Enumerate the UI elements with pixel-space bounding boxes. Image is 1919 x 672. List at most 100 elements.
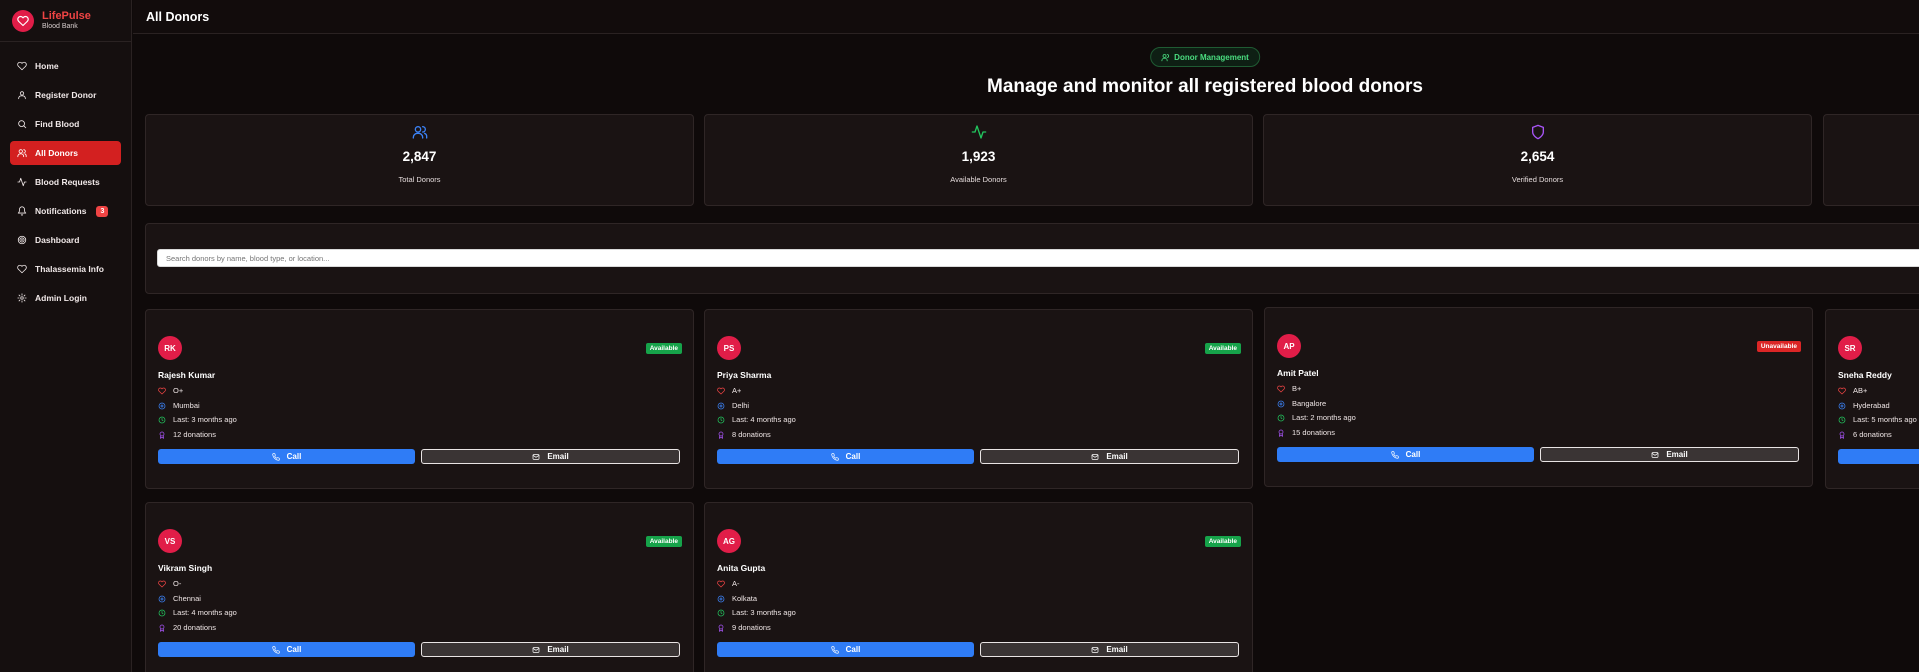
- donations-row: 9 donations: [717, 623, 771, 632]
- brand-subtitle: Blood Bank: [42, 23, 78, 30]
- avatar: PS: [717, 336, 741, 360]
- donation-count: 6 donations: [1853, 430, 1892, 439]
- donations-row: 8 donations: [717, 430, 771, 439]
- call-button[interactable]: Call: [1277, 447, 1534, 462]
- mail-icon: [532, 453, 540, 460]
- email-button[interactable]: Email: [980, 642, 1239, 657]
- sidebar-item-label: Home: [35, 61, 59, 71]
- status-badge: Available: [1204, 343, 1241, 354]
- search-input[interactable]: [157, 249, 1919, 267]
- stat-card-partial: [1823, 114, 1919, 206]
- donations-row: 6 donations: [1838, 430, 1892, 439]
- location: Delhi: [732, 401, 750, 410]
- last-donation: Last: 3 months ago: [173, 415, 237, 424]
- blood-type: A-: [732, 579, 740, 588]
- location-row: Kolkata: [717, 594, 757, 603]
- users-icon: [17, 149, 27, 158]
- sidebar-item-label: Notifications: [35, 206, 87, 216]
- donor-card: AP Unavailable Amit Patel B+ Bangalore L…: [1264, 307, 1813, 487]
- brand[interactable]: LifePulse Blood Bank: [0, 0, 131, 42]
- last-donation: Last: 4 months ago: [732, 415, 796, 424]
- sidebar: LifePulse Blood Bank Home Register Donor…: [0, 0, 132, 672]
- donor-name: Priya Sharma: [717, 370, 772, 380]
- sidebar-item-blood-requests[interactable]: Blood Requests: [10, 170, 121, 194]
- last-donation: Last: 4 months ago: [173, 608, 237, 617]
- location-row: Bangalore: [1277, 399, 1326, 408]
- clock-icon: [717, 416, 725, 423]
- blood-type-row: AB+: [1838, 386, 1867, 395]
- location-icon: [1838, 402, 1846, 409]
- heart-icon: [17, 264, 27, 274]
- location-row: Hyderabad: [1838, 401, 1890, 410]
- phone-icon: [830, 452, 839, 461]
- call-button[interactable]: Call: [158, 449, 415, 464]
- shield-icon: [1531, 124, 1544, 140]
- location: Kolkata: [732, 594, 758, 603]
- blood-type-row: A-: [717, 579, 740, 588]
- award-icon: [159, 624, 165, 632]
- stat-value: 2,654: [1520, 149, 1555, 164]
- notification-count-badge: 3: [96, 205, 109, 217]
- last-donation-row: Last: 3 months ago: [717, 608, 796, 617]
- location: Hyderabad: [1853, 401, 1890, 410]
- award-icon: [718, 431, 724, 439]
- page-title: All Donors: [146, 9, 210, 24]
- status-badge: Unavailable: [1756, 341, 1801, 352]
- mail-icon: [1091, 453, 1099, 460]
- clock-icon: [158, 416, 166, 423]
- sidebar-item-dashboard[interactable]: Dashboard: [10, 228, 121, 252]
- blood-type-row: O+: [158, 386, 183, 395]
- clock-icon: [717, 609, 725, 616]
- donor-name: Vikram Singh: [158, 563, 213, 573]
- stat-card-verified-donors: 2,654 Verified Donors: [1263, 114, 1812, 206]
- email-button[interactable]: Email: [980, 449, 1239, 464]
- sidebar-item-all-donors[interactable]: All Donors: [10, 141, 121, 165]
- email-button[interactable]: Email: [421, 642, 680, 657]
- section-pill: Donor Management: [1150, 47, 1260, 67]
- stat-label: Total Donors: [398, 175, 441, 184]
- sidebar-item-label: Admin Login: [35, 293, 87, 303]
- search-icon: [18, 120, 27, 129]
- sidebar-item-label: All Donors: [35, 148, 78, 158]
- phone-icon: [271, 452, 280, 461]
- sidebar-item-label: Find Blood: [35, 119, 80, 129]
- call-button[interactable]: Call: [717, 449, 974, 464]
- status-badge: Available: [1204, 536, 1241, 547]
- phone-icon: [271, 645, 280, 654]
- blood-type: O+: [173, 386, 184, 395]
- donations-row: 12 donations: [158, 430, 216, 439]
- last-donation: Last: 5 months ago: [1853, 415, 1917, 424]
- email-button[interactable]: Email: [1540, 447, 1799, 462]
- heart-icon: [158, 387, 166, 394]
- mail-icon: [1091, 646, 1099, 653]
- call-button[interactable]: Call: [717, 642, 974, 657]
- last-donation: Last: 2 months ago: [1292, 413, 1356, 422]
- email-button[interactable]: Email: [421, 449, 680, 464]
- sidebar-item-home[interactable]: Home: [10, 54, 121, 78]
- sidebar-item-register-donor[interactable]: Register Donor: [10, 83, 121, 107]
- call-button[interactable]: Call: [158, 642, 415, 657]
- location-icon: [717, 595, 725, 602]
- blood-type: A+: [732, 386, 742, 395]
- top-header: All Donors: [133, 0, 1919, 34]
- blood-type-row: O-: [158, 579, 181, 588]
- blood-type-row: A+: [717, 386, 741, 395]
- sidebar-item-admin-login[interactable]: Admin Login: [10, 286, 121, 310]
- last-donation-row: Last: 2 months ago: [1277, 413, 1356, 422]
- donor-name: Amit Patel: [1277, 368, 1319, 378]
- sidebar-item-notifications[interactable]: Notifications 3: [10, 199, 121, 223]
- heart-icon: [717, 580, 725, 587]
- status-badge: Available: [645, 343, 682, 354]
- call-button[interactable]: [1838, 449, 1919, 464]
- donor-card: PS Available Priya Sharma A+ Delhi Last:…: [704, 309, 1253, 489]
- sidebar-item-label: Dashboard: [35, 235, 80, 245]
- sidebar-item-find-blood[interactable]: Find Blood: [10, 112, 121, 136]
- status-badge: Available: [645, 536, 682, 547]
- clock-icon: [1277, 414, 1285, 421]
- app-root: LifePulse Blood Bank Home Register Donor…: [0, 0, 1919, 672]
- blood-type: B+: [1292, 384, 1302, 393]
- stat-card-available-donors: 1,923 Available Donors: [704, 114, 1253, 206]
- last-donation-row: Last: 4 months ago: [717, 415, 796, 424]
- sidebar-item-thalassemia-info[interactable]: Thalassemia Info: [10, 257, 121, 281]
- blood-type: O-: [173, 579, 182, 588]
